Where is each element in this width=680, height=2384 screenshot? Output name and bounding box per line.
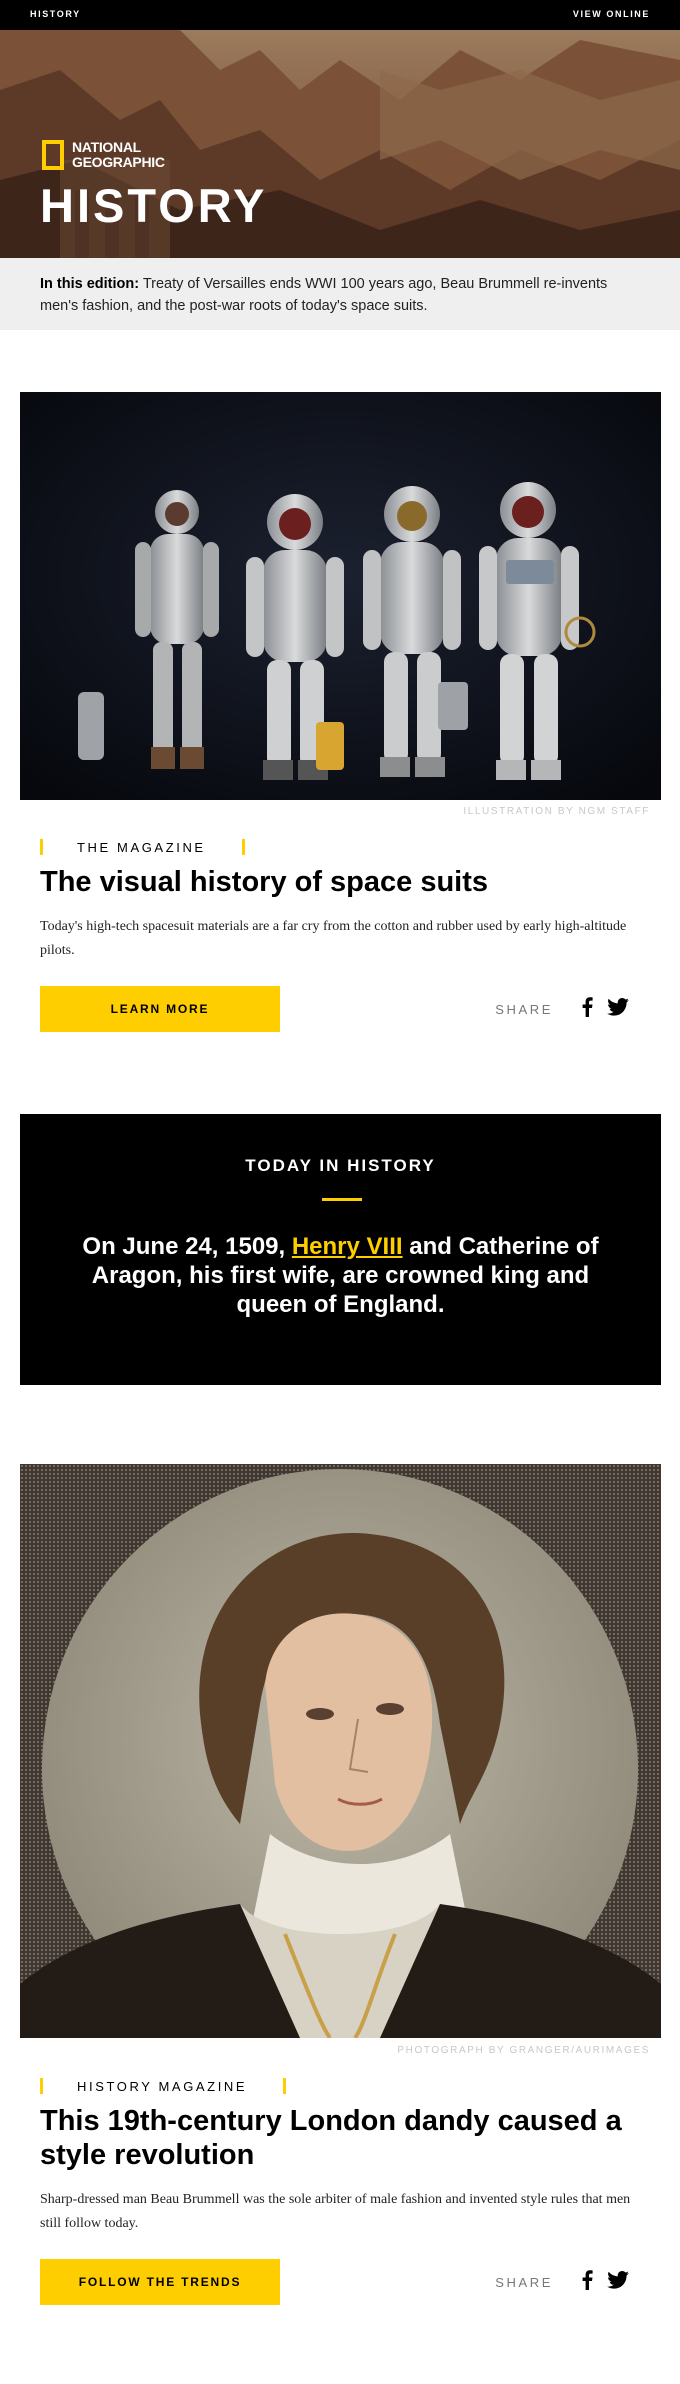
edition-summary: In this edition: Treaty of Versailles en… xyxy=(0,258,680,330)
natgeo-wordmark: NATIONAL GEOGRAPHIC xyxy=(72,139,165,170)
yellow-rule xyxy=(322,1198,362,1201)
image-credit: ILLUSTRATION BY NGM STAFF xyxy=(463,806,650,817)
kicker-bar-right xyxy=(283,2078,287,2094)
kicker-label: THE MAGAZINE xyxy=(77,839,206,855)
story-headline[interactable]: This 19th-century London dandy caused a … xyxy=(40,2104,640,2172)
story-summary: Today's high-tech spacesuit materials ar… xyxy=(40,919,627,958)
share-bar: SHARE xyxy=(495,2270,629,2295)
kicker-label: HISTORY MAGAZINE xyxy=(77,2078,248,2094)
today-text: On June 24, 1509, Henry VIII and Catheri… xyxy=(82,1233,599,1318)
today-heading: TODAY IN HISTORY xyxy=(245,1156,436,1175)
facebook-icon[interactable] xyxy=(581,2270,593,2295)
share-label: SHARE xyxy=(495,2275,553,2290)
follow-the-trends-button[interactable]: FOLLOW THE TRENDS xyxy=(40,2259,280,2305)
story-kicker: THE MAGAZINE xyxy=(40,839,245,855)
image-credit: PHOTOGRAPH BY GRANGER/AURIMAGES xyxy=(397,2045,650,2056)
hero-banner: NATIONAL GEOGRAPHIC HISTORY xyxy=(0,30,680,258)
today-in-history: TODAY IN HISTORY On June 24, 1509, Henry… xyxy=(20,1114,661,1385)
kicker-bar-left xyxy=(40,839,43,855)
kicker-bar-right xyxy=(241,839,245,855)
story-headline[interactable]: The visual history of space suits xyxy=(40,865,640,899)
kicker-bar-left xyxy=(40,2078,43,2094)
learn-more-button[interactable]: LEARN MORE xyxy=(40,986,280,1032)
twitter-icon[interactable] xyxy=(607,998,629,1021)
space-suits-illustration xyxy=(20,392,661,800)
newsletter-title: HISTORY xyxy=(40,179,268,232)
natgeo-logo[interactable]: NATIONAL GEOGRAPHIC xyxy=(42,140,165,170)
share-label: SHARE xyxy=(495,1002,553,1017)
brummell-engraving xyxy=(20,1464,661,2038)
history-link[interactable]: HISTORY xyxy=(30,9,81,19)
view-online-link[interactable]: VIEW ONLINE xyxy=(573,9,650,19)
brummell-portrait-image[interactable] xyxy=(20,1464,661,2038)
share-bar: SHARE xyxy=(495,997,629,1022)
facebook-icon[interactable] xyxy=(581,997,593,1022)
story-kicker: HISTORY MAGAZINE xyxy=(40,2078,287,2094)
space-suits-image[interactable] xyxy=(20,392,661,800)
top-bar: HISTORY VIEW ONLINE xyxy=(0,0,680,30)
yellow-border-icon xyxy=(42,140,64,170)
twitter-icon[interactable] xyxy=(607,2271,629,2294)
edition-label: In this edition: xyxy=(40,276,140,292)
henry-viii-link[interactable]: Henry VIII xyxy=(292,1233,403,1260)
story-summary: Sharp-dressed man Beau Brummell was the … xyxy=(40,2192,631,2231)
